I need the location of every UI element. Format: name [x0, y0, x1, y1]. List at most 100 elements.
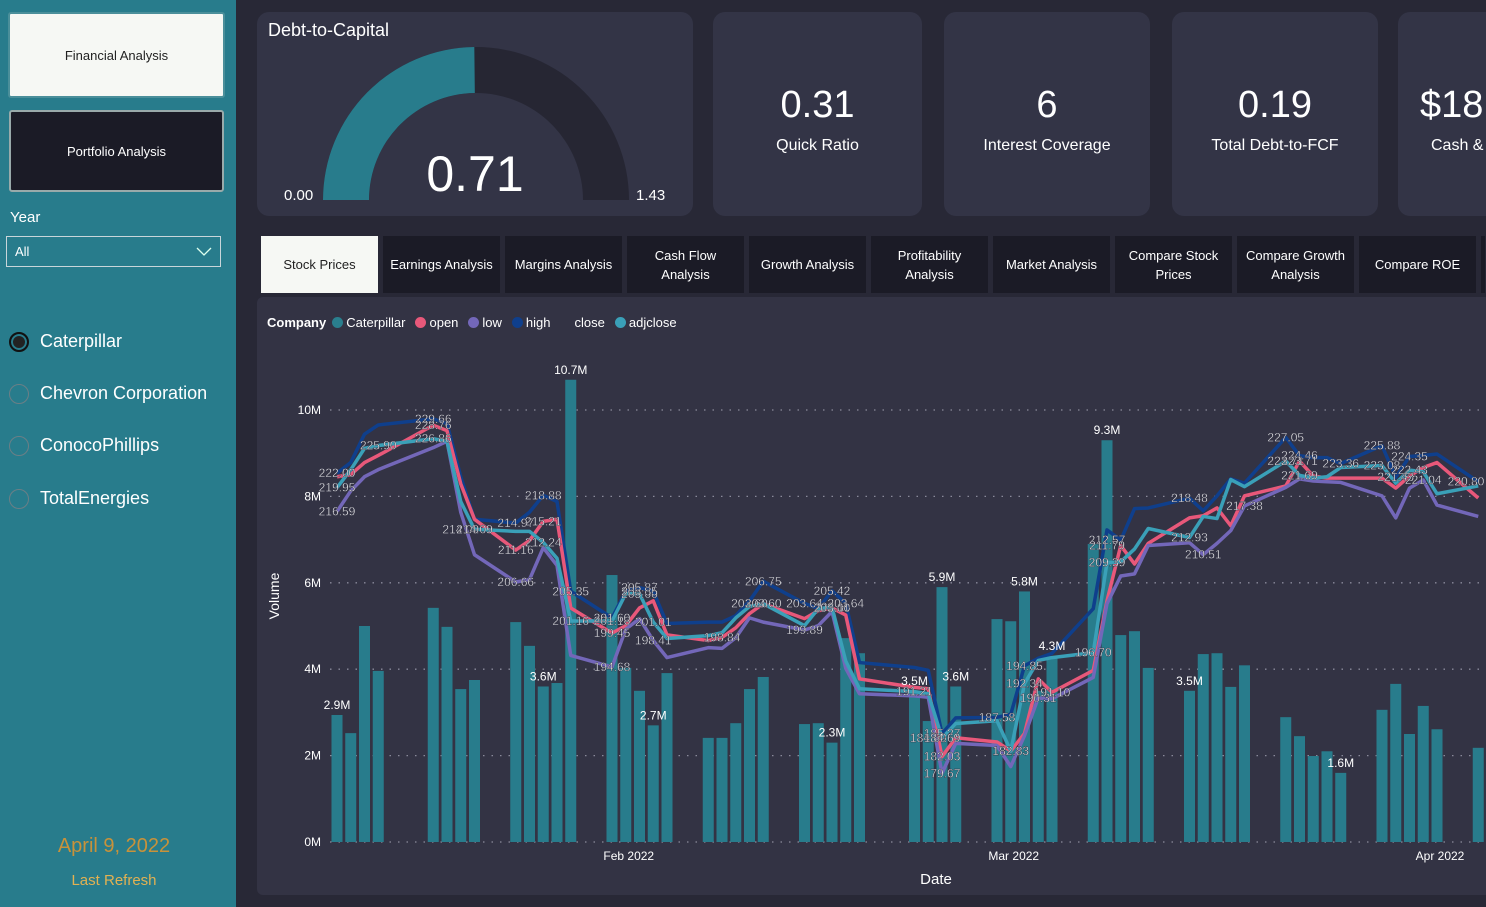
volume-bar	[1280, 717, 1292, 842]
kpi-total-debt-to-fcf: 0.19 Total Debt-to-FCF	[1172, 12, 1378, 216]
volume-bar	[331, 714, 343, 842]
sidebar: Financial Analysis Portfolio Analysis Ye…	[0, 0, 236, 907]
volume-bar	[1239, 665, 1250, 842]
volume-data-label: 1.6M	[1327, 756, 1354, 770]
volume-bar	[551, 683, 563, 842]
volume-bar	[702, 737, 714, 842]
volume-bar	[1115, 635, 1127, 842]
price-data-label: 225.90	[360, 439, 397, 453]
volume-bar	[1404, 734, 1415, 842]
y-tick-label: 10M	[298, 403, 321, 417]
kpi-quick-ratio: 0.31 Quick Ratio	[713, 12, 922, 216]
price-data-label: 214.09	[456, 522, 493, 536]
kpi-value: 0.31	[780, 84, 855, 126]
volume-bar	[757, 676, 769, 842]
price-data-label: 216.59	[319, 505, 356, 519]
volume-data-label: 3.6M	[942, 669, 969, 683]
volume-bar	[441, 626, 453, 842]
volume-bar	[1101, 440, 1113, 842]
company-option-totalenergies[interactable]: TotalEnergies	[9, 488, 149, 509]
y-tick-label: 4M	[304, 662, 321, 676]
volume-data-label: 4.3M	[1039, 639, 1066, 653]
tab-more[interactable]	[1481, 236, 1485, 293]
volume-data-label: 2.3M	[819, 726, 846, 740]
volume-bar	[647, 725, 659, 842]
price-data-label: 221.69	[1281, 468, 1318, 482]
price-data-label: 224.35	[1391, 450, 1428, 464]
tab-market-analysis[interactable]: Market Analysis	[993, 236, 1110, 293]
debt-to-capital-gauge-card: Debt-to-Capital 0.00 1.43 0.71	[257, 12, 693, 216]
y-axis-title: Volume	[266, 572, 282, 619]
price-data-label: 194.68	[594, 660, 631, 674]
tab-stock-prices[interactable]: Stock Prices	[261, 236, 378, 293]
tab-compare-roe[interactable]: Compare ROE	[1359, 236, 1476, 293]
price-data-label: 182.03	[924, 750, 961, 764]
price-data-label: 221.04	[1405, 473, 1442, 487]
y-tick-label: 0M	[304, 835, 321, 849]
chevron-down-icon	[196, 247, 212, 256]
kpi-label: Interest Coverage	[983, 137, 1111, 154]
volume-bar	[909, 690, 920, 842]
y-tick-label: 8M	[304, 489, 321, 503]
volume-bar	[1211, 653, 1223, 842]
price-data-label: 209.39	[1089, 556, 1126, 570]
volume-bar	[1335, 772, 1347, 842]
company-option-conocophillips[interactable]: ConocoPhillips	[9, 435, 159, 456]
volume-bar	[537, 686, 549, 842]
price-data-label: 184.69	[924, 731, 961, 745]
volume-bar	[1225, 686, 1237, 842]
volume-bar	[1294, 736, 1305, 842]
volume-bar	[372, 670, 384, 842]
kpi-cash: $18 Cash &	[1398, 12, 1486, 216]
price-data-label: 191.21	[896, 685, 933, 699]
volume-bar	[510, 622, 522, 842]
stock-price-chart: Company Caterpillar open low high close …	[257, 297, 1486, 895]
tab-compare-growth-analysis[interactable]: Compare Growth Analysis	[1237, 236, 1354, 293]
tab-growth-analysis[interactable]: Growth Analysis	[749, 236, 866, 293]
volume-bar	[1307, 756, 1319, 842]
volume-data-label: 2.7M	[640, 708, 667, 722]
year-dropdown[interactable]: All	[6, 236, 221, 267]
company-option-label: Caterpillar	[40, 331, 123, 351]
volume-bar	[1376, 709, 1388, 842]
volume-bar	[1129, 631, 1140, 842]
x-axis-title: Date	[920, 871, 952, 888]
volume-bar	[799, 724, 810, 842]
portfolio-analysis-button[interactable]: Portfolio Analysis	[9, 110, 224, 192]
price-data-label: 223.71	[1281, 454, 1318, 468]
price-data-label: 198.84	[704, 630, 741, 644]
radio-icon	[9, 383, 29, 404]
price-data-label: 206.75	[745, 574, 782, 588]
volume-bar	[1417, 705, 1429, 842]
radio-icon	[9, 488, 29, 509]
price-data-label: 199.45	[594, 626, 631, 640]
volume-bar	[1472, 747, 1484, 842]
volume-data-label: 5.8M	[1011, 574, 1038, 588]
price-data-label: 191.10	[1034, 685, 1071, 699]
volume-data-label: 2.9M	[324, 698, 351, 712]
price-data-label: 196.70	[1075, 646, 1112, 660]
volume-data-label: 10.7M	[554, 363, 587, 377]
price-data-label: 206.66	[497, 575, 534, 589]
tab-earnings-analysis[interactable]: Earnings Analysis	[383, 236, 500, 293]
volume-bar	[620, 667, 632, 842]
volume-bar	[1390, 683, 1402, 842]
volume-bar	[744, 689, 755, 842]
price-data-label: 187.58	[979, 710, 1016, 724]
volume-bar	[345, 733, 357, 842]
company-option-caterpillar[interactable]: Caterpillar	[9, 331, 122, 352]
tab-cash-flow-analysis[interactable]: Cash Flow Analysis	[627, 236, 744, 293]
company-option-chevron[interactable]: Chevron Corporation	[9, 383, 207, 404]
price-data-label: 210.51	[1185, 548, 1222, 562]
price-data-label: 203.64	[827, 596, 864, 610]
price-data-label: 217.38	[1226, 499, 1263, 513]
price-data-label: 212.93	[1171, 531, 1208, 545]
analysis-tabs: Stock Prices Earnings Analysis Margins A…	[261, 236, 1485, 293]
tab-margins-analysis[interactable]: Margins Analysis	[505, 236, 622, 293]
financial-analysis-button[interactable]: Financial Analysis	[8, 12, 225, 98]
kpi-label: Cash &	[1431, 137, 1484, 154]
tab-compare-stock-prices[interactable]: Compare Stock Prices	[1115, 236, 1232, 293]
tab-profitability-analysis[interactable]: Profitability Analysis	[871, 236, 988, 293]
volume-bar	[950, 686, 962, 842]
price-data-label: 182.83	[992, 744, 1029, 758]
